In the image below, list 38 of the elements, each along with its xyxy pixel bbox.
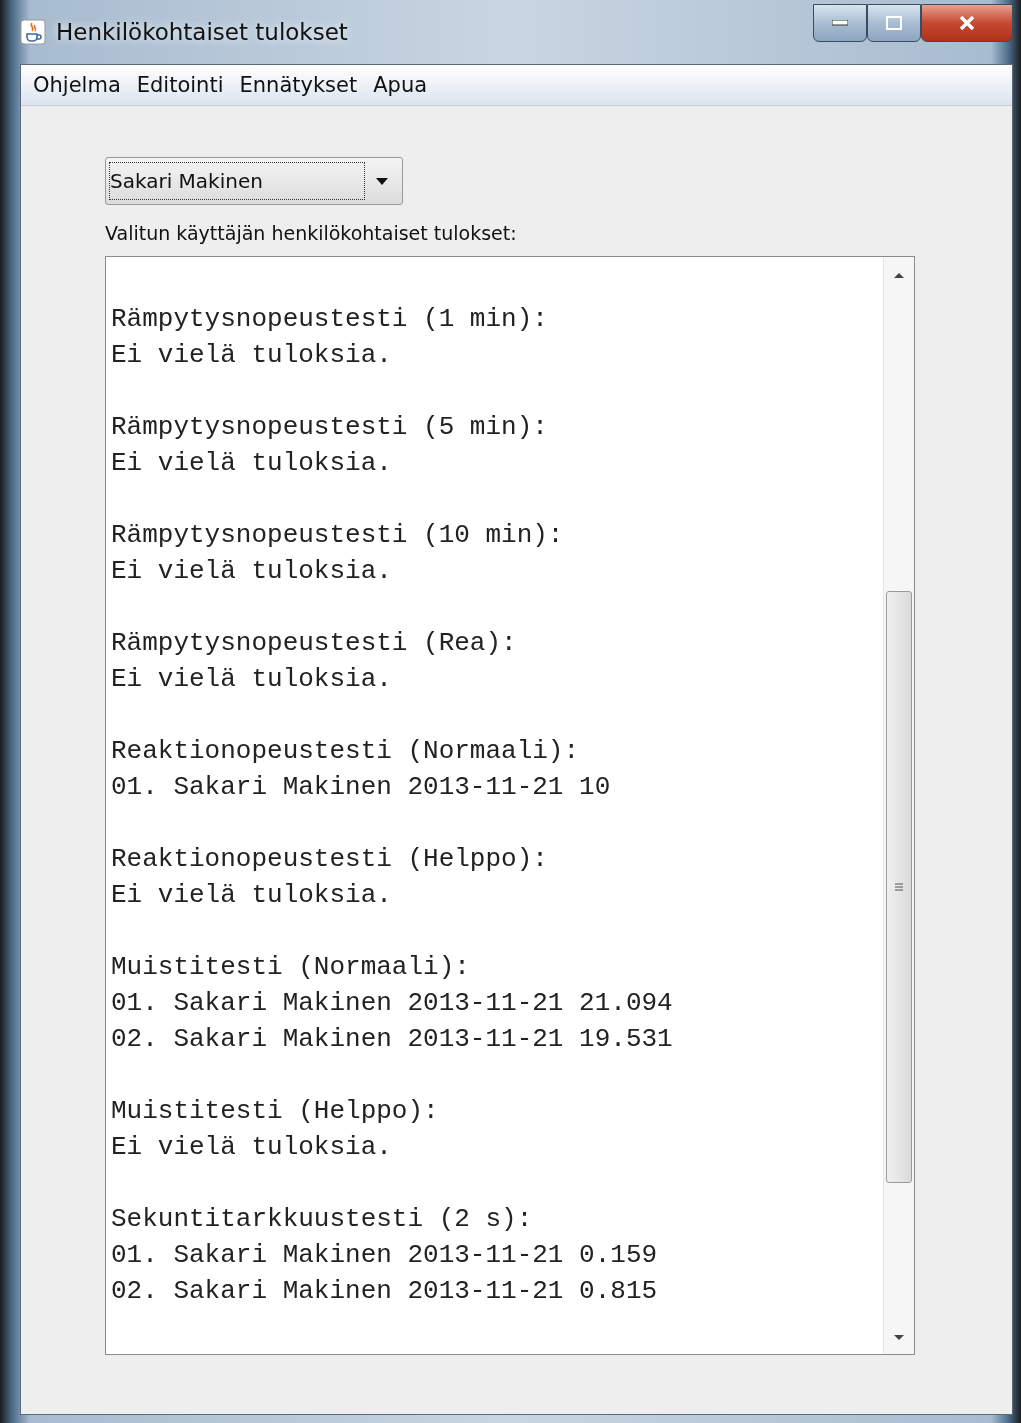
result-heading: Rämpytysnopeustesti (1 min): — [111, 303, 549, 336]
result-line: Ei vielä tuloksia. — [111, 339, 393, 372]
minimize-button[interactable] — [813, 4, 867, 42]
close-icon — [958, 15, 976, 31]
menu-item[interactable]: Apua — [373, 73, 428, 97]
result-line: 01. Sakari Makinen 2013-11-21 10 — [111, 771, 612, 804]
result-heading: Reaktionopeustesti (Normaali): — [111, 735, 581, 768]
result-line: 02. Sakari Makinen 2013-11-21 0.815 — [111, 1275, 659, 1308]
result-line: 01. Sakari Makinen 2013-11-21 21.094 — [111, 987, 674, 1020]
close-button[interactable] — [921, 4, 1013, 42]
menu-item[interactable]: Editointi — [136, 73, 224, 97]
user-dropdown[interactable]: Sakari Makinen — [105, 157, 403, 205]
grip-icon — [894, 882, 904, 892]
result-heading: Rämpytysnopeustesti (10 min): — [111, 519, 565, 552]
result-line: 02. Sakari Makinen 2013-11-21 19.531 — [111, 1023, 674, 1056]
maximize-icon — [886, 16, 902, 30]
result-heading: Sekuntitarkkuustesti (2 s): — [111, 1203, 534, 1236]
result-heading: Rämpytysnopeustesti (Rea): — [111, 627, 518, 660]
result-line: Ei vielä tuloksia. — [111, 555, 393, 588]
menu-item[interactable]: Ennätykset — [239, 73, 358, 97]
scroll-thumb[interactable] — [886, 591, 912, 1183]
menu-item[interactable]: Ohjelma — [33, 73, 121, 97]
window-title: Henkilökohtaiset tulokset — [56, 19, 348, 45]
result-line: Ei vielä tuloksia. — [111, 1131, 393, 1164]
result-heading: Muistitesti (Helppo): — [111, 1095, 440, 1128]
results-label: Valitun käyttäjän henkilökohtaiset tulokset: — [105, 222, 518, 244]
minimize-icon — [832, 20, 848, 26]
result-heading: Muistitesti (Normaali): — [111, 951, 471, 984]
maximize-button[interactable] — [867, 4, 921, 42]
scroll-down-icon[interactable] — [892, 1334, 906, 1342]
result-line: 01. Sakari Makinen 2013-11-21 0.159 — [111, 1239, 659, 1272]
result-line: Ei vielä tuloksia. — [111, 879, 393, 912]
scroll-up-icon[interactable] — [892, 271, 906, 279]
result-heading: Reaktionopeustesti (Helppo): — [111, 843, 549, 876]
java-cup-icon — [20, 19, 46, 45]
result-line: Ei vielä tuloksia. — [111, 447, 393, 480]
result-line: Ei vielä tuloksia. — [111, 663, 393, 696]
result-heading: Rämpytysnopeustesti (5 min): — [111, 411, 549, 444]
